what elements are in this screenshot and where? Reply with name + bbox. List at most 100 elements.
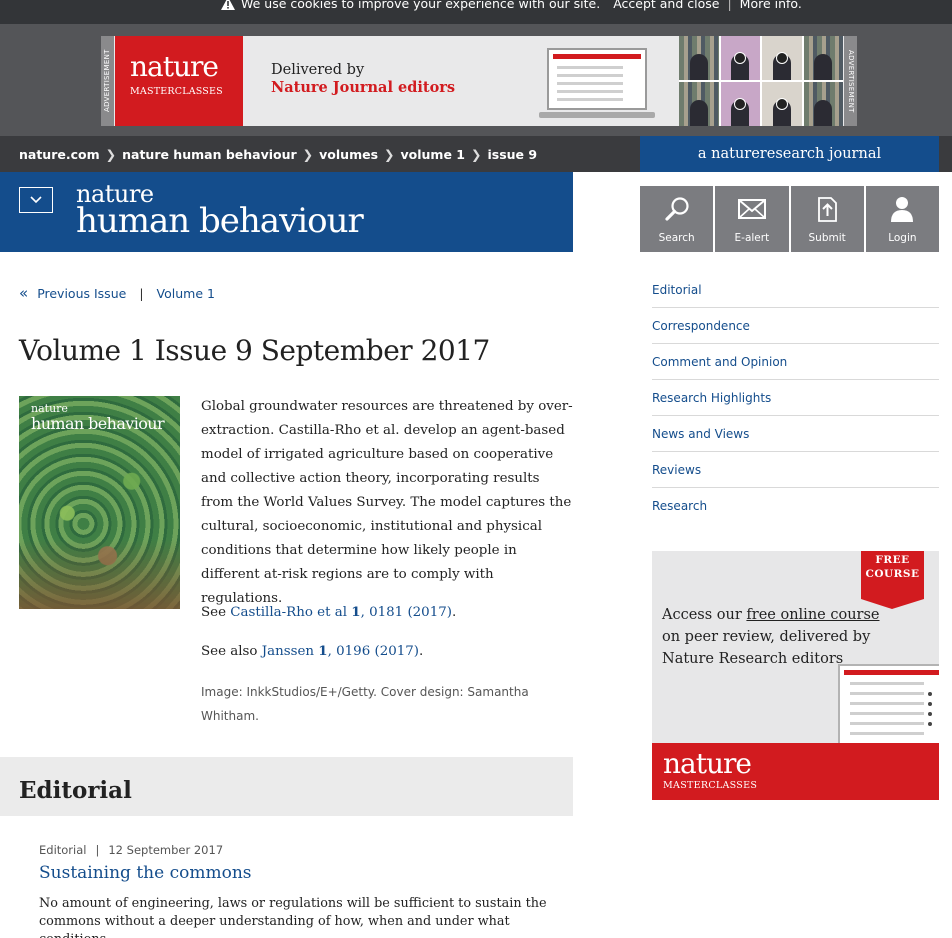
search-icon bbox=[665, 197, 689, 221]
e-alert-label: E-alert bbox=[734, 232, 770, 244]
search-label: Search bbox=[658, 232, 695, 244]
laptop-line bbox=[557, 82, 623, 85]
video-thumbnail bbox=[679, 36, 719, 80]
video-thumbnail bbox=[803, 36, 843, 80]
issue-cover-image[interactable]: nature human behaviour bbox=[19, 396, 180, 609]
see-reference: See Castilla-Rho et al 1, 0181 (2017). bbox=[201, 604, 456, 620]
ad-copy: Delivered by Nature Journal editors bbox=[271, 61, 455, 97]
nature-masterclasses-logo: nature MASTERCLASSES bbox=[652, 743, 939, 800]
article-type: Editorial bbox=[39, 843, 87, 857]
journal-logo-title[interactable]: human behaviour bbox=[76, 201, 364, 241]
breadcrumb-volumes[interactable]: volumes bbox=[319, 147, 378, 162]
sidebar-item-comment-opinion[interactable]: Comment and Opinion bbox=[652, 344, 939, 380]
nature-masterclasses-logo: nature MASTERCLASSES bbox=[115, 36, 243, 126]
side-ad-prefix: Access our bbox=[662, 607, 747, 623]
janssen-link[interactable]: Janssen 1, 0196 (2017) bbox=[261, 643, 419, 659]
upload-icon bbox=[818, 197, 838, 222]
accept-cookies-link[interactable]: Accept and close bbox=[613, 0, 719, 11]
breadcrumb-issue: issue 9 bbox=[487, 146, 538, 162]
page-title: Volume 1 Issue 9 September 2017 bbox=[19, 334, 490, 367]
laptop-line bbox=[850, 712, 924, 715]
see-also-prefix: See also bbox=[201, 644, 258, 659]
cover-title: human behaviour bbox=[31, 414, 165, 433]
laptop-line bbox=[557, 66, 623, 69]
play-icon bbox=[775, 52, 788, 64]
presenter-figure bbox=[814, 54, 833, 80]
nav-separator: | bbox=[139, 285, 144, 301]
laptop-line bbox=[557, 90, 623, 93]
see-also-suffix: . bbox=[419, 644, 424, 659]
laptop-line bbox=[850, 702, 924, 705]
sidebar-item-editorial[interactable]: Editorial bbox=[652, 272, 939, 308]
cookie-banner-content: We use cookies to improve your experienc… bbox=[221, 0, 802, 12]
laptop-dot bbox=[928, 702, 932, 706]
article-date: 12 September 2017 bbox=[108, 843, 224, 857]
editorial-section-header: Editorial bbox=[0, 757, 573, 816]
natureresearch-journal-banner[interactable]: a natureresearch journal bbox=[640, 136, 939, 172]
chevron-right-icon: ❯ bbox=[105, 146, 117, 162]
laptop-header bbox=[844, 670, 939, 675]
chevron-right-icon: ❯ bbox=[384, 146, 395, 162]
sidebar-item-correspondence[interactable]: Correspondence bbox=[652, 308, 939, 344]
side-ad-logo-sub: MASTERCLASSES bbox=[663, 780, 758, 791]
e-alert-button[interactable]: E-alert bbox=[715, 186, 789, 252]
castilla-rho-link[interactable]: Castilla-Rho et al 1, 0181 (2017) bbox=[230, 604, 452, 620]
see-suffix: . bbox=[451, 605, 457, 620]
chevron-right-icon: ❯ bbox=[302, 146, 314, 162]
janssen-author: Janssen bbox=[261, 644, 315, 659]
meta-separator: | bbox=[95, 843, 100, 857]
side-ad-logo-word: nature bbox=[663, 747, 752, 780]
see-prefix: See bbox=[201, 605, 227, 620]
chevron-right-icon: ❯ bbox=[471, 146, 482, 162]
ad-label-right: ADVERTISEMENT bbox=[844, 36, 857, 126]
menu-toggle-button[interactable] bbox=[19, 187, 53, 213]
more-info-link[interactable]: More info. bbox=[740, 0, 802, 11]
search-button[interactable]: Search bbox=[640, 186, 714, 252]
sidebar-item-news-views[interactable]: News and Views bbox=[652, 416, 939, 452]
submit-label: Submit bbox=[808, 232, 846, 244]
laptop-line bbox=[557, 98, 623, 101]
laptop-header bbox=[553, 54, 641, 59]
article-item: Editorial | 12 September 2017 Sustaining t… bbox=[39, 843, 569, 938]
submit-button[interactable]: Submit bbox=[790, 186, 864, 252]
badge-line2: COURSE bbox=[865, 568, 920, 580]
warning-icon bbox=[221, 0, 235, 10]
breadcrumb-journal[interactable]: nature human behaviour bbox=[122, 147, 297, 162]
see-also-reference: See also Janssen 1, 0196 (2017). bbox=[201, 643, 423, 659]
janssen-article: , 0196 (2017) bbox=[327, 644, 419, 659]
article-excerpt: No amount of engineering, laws or regula… bbox=[39, 896, 547, 938]
laptop-dot bbox=[928, 692, 932, 696]
laptop-line bbox=[850, 722, 924, 725]
castilla-rho-author: Castilla-Rho et al bbox=[230, 605, 347, 620]
sidebar-item-reviews[interactable]: Reviews bbox=[652, 452, 939, 488]
previous-issue-link[interactable]: Previous Issue bbox=[37, 286, 126, 301]
login-button[interactable]: Login bbox=[865, 186, 939, 252]
sidebar-item-research[interactable]: Research bbox=[652, 488, 939, 524]
volume-link[interactable]: Volume 1 bbox=[157, 286, 215, 301]
free-course-badge: FREE COURSE bbox=[861, 551, 924, 609]
breadcrumb-nature-com[interactable]: nature.com bbox=[19, 147, 100, 162]
castilla-rho-article: , 0181 (2017) bbox=[360, 605, 452, 620]
sidebar-item-research-highlights[interactable]: Research Highlights bbox=[652, 380, 939, 416]
video-thumbnail bbox=[720, 82, 760, 126]
article-type-nav: Editorial Correspondence Comment and Opi… bbox=[652, 272, 939, 524]
mail-icon bbox=[737, 199, 766, 219]
video-thumbnail bbox=[762, 82, 802, 126]
free-course-link[interactable]: free online course bbox=[746, 607, 879, 623]
video-thumbnail bbox=[803, 82, 843, 126]
breadcrumb-volume[interactable]: volume 1 bbox=[401, 147, 465, 162]
video-thumbnails bbox=[679, 36, 843, 126]
side-ad-text: Access our free online course on peer re… bbox=[662, 604, 892, 670]
image-credit: Image: InkkStudios/E+/Getty. Cover desig… bbox=[201, 685, 529, 723]
badge-line1: FREE bbox=[875, 554, 910, 566]
ad-label-left: ADVERTISEMENT bbox=[101, 36, 114, 126]
laptop-line bbox=[850, 692, 924, 695]
cookie-banner: We use cookies to improve your experienc… bbox=[0, 0, 952, 24]
journal-masthead: nature human behaviour bbox=[0, 172, 573, 252]
journal-tools: Search E-alert Submit Login bbox=[640, 186, 939, 252]
article-title-link[interactable]: Sustaining the commons bbox=[39, 863, 569, 883]
laptop-line bbox=[850, 682, 924, 685]
free-course-ad[interactable]: FREE COURSE Access our free online cours… bbox=[652, 551, 939, 800]
masterclasses-ad-banner[interactable]: ADVERTISEMENT nature MASTERCLASSES Deliv… bbox=[101, 36, 857, 126]
article-meta: Editorial | 12 September 2017 bbox=[39, 843, 569, 857]
